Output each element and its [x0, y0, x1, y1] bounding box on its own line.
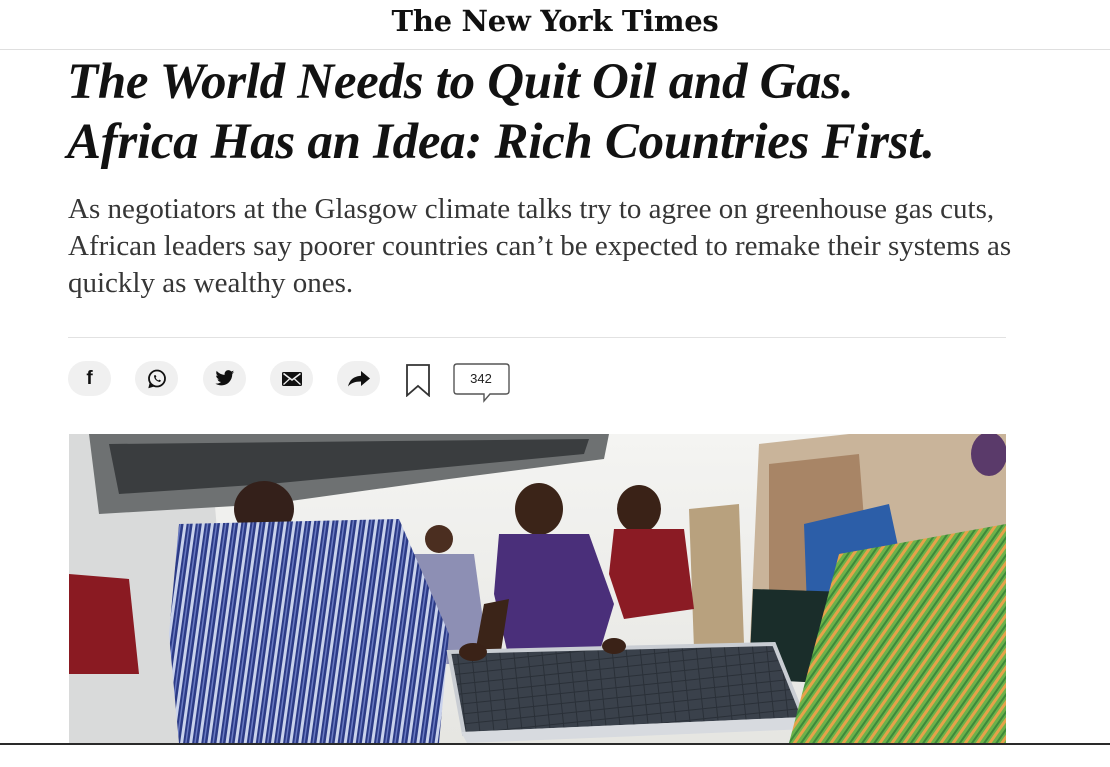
comments-button[interactable]: 342 [453, 363, 511, 403]
masthead: The New York Times [0, 0, 1110, 50]
divider [68, 337, 1006, 338]
lead-photo [69, 434, 1006, 743]
bookmark-icon [406, 363, 430, 397]
save-article-button[interactable] [403, 363, 433, 397]
facebook-share-button[interactable]: f [68, 361, 111, 396]
whatsapp-icon [147, 369, 166, 388]
email-icon [281, 371, 302, 386]
more-share-button[interactable] [337, 361, 380, 396]
twitter-share-button[interactable] [203, 361, 246, 396]
bottom-border [0, 743, 1110, 745]
comment-count: 342 [470, 371, 492, 386]
whatsapp-share-button[interactable] [135, 361, 178, 396]
facebook-icon: f [86, 368, 93, 389]
headline-line-1: The World Needs to Quit Oil and Gas. [67, 54, 854, 110]
nyt-logo[interactable]: The New York Times [0, 4, 1110, 38]
article-headline: The World Needs to Quit Oil and Gas. Afr… [67, 52, 1087, 172]
share-icon [347, 370, 370, 386]
twitter-icon [214, 370, 234, 386]
article-summary: As negotiators at the Glasgow climate ta… [68, 193, 1012, 299]
email-share-button[interactable] [270, 361, 313, 396]
headline-line-2: Africa Has an Idea: Rich Countries First… [67, 114, 935, 170]
